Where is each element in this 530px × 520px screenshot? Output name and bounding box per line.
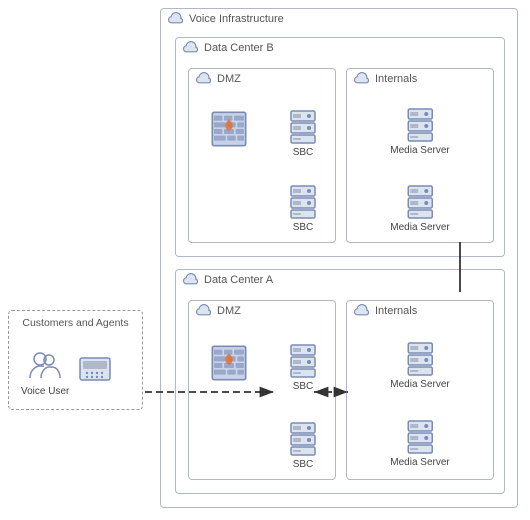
dmz-b-label: DMZ [217, 73, 241, 85]
cloud-icon-internals-b [353, 72, 371, 86]
customers-label: Customers and Agents [9, 317, 142, 329]
sbc-b2-icon [289, 184, 317, 220]
dc-a-region: Data Center A DMZ [175, 269, 505, 494]
sbc-a2-icon [289, 421, 317, 457]
voice-user-label: Voice User [21, 386, 69, 397]
media-server-b1-label: Media Server [390, 145, 449, 156]
internals-b-label: Internals [375, 73, 417, 85]
customers-box: Customers and Agents Voice User [8, 310, 143, 410]
dmz-a-label: DMZ [217, 305, 241, 317]
sbc-a2-wrap: SBC [289, 421, 317, 470]
media-server-b1-icon [406, 107, 434, 143]
sbc-b1-icon [289, 109, 317, 145]
network-diagram: Voice Infrastructure Data Center B DMZ [0, 0, 530, 520]
media-server-a1-icon [406, 341, 434, 377]
dc-b-label: Data Center B [204, 42, 274, 54]
voice-infra-region: Voice Infrastructure Data Center B DMZ [160, 8, 518, 508]
firewall-b-wrap [209, 109, 249, 149]
media-server-a2-wrap: Media Server [390, 419, 449, 468]
cloud-icon-internals-a [353, 304, 371, 318]
cloud-icon-voice-infra [167, 12, 185, 26]
media-server-a2-icon [406, 419, 434, 455]
dc-b-region: Data Center B DMZ [175, 37, 505, 257]
sbc-a2-label: SBC [293, 459, 314, 470]
media-server-a1-wrap: Media Server [390, 341, 449, 390]
media-server-a2-label: Media Server [390, 457, 449, 468]
voice-user-icon [27, 348, 63, 384]
media-server-a1-label: Media Server [390, 379, 449, 390]
dmz-b-region: DMZ [188, 68, 336, 243]
dmz-a-region: DMZ [188, 300, 336, 480]
firewall-a-wrap [209, 343, 249, 383]
voice-user-wrap: Voice User [21, 348, 69, 397]
firewall-b-icon [209, 109, 249, 149]
media-server-b2-label: Media Server [390, 222, 449, 233]
sbc-a1-label: SBC [293, 381, 314, 392]
media-server-b2-icon [406, 184, 434, 220]
internals-b-region: Internals Media Server [346, 68, 494, 243]
voice-infra-label: Voice Infrastructure [189, 13, 284, 25]
media-server-b2-wrap: Media Server [390, 184, 449, 233]
sbc-b1-wrap: SBC [289, 109, 317, 158]
cloud-icon-dmz-b [195, 72, 213, 86]
sbc-b2-wrap: SBC [289, 184, 317, 233]
sbc-b1-label: SBC [293, 147, 314, 158]
firewall-a-icon [209, 343, 249, 383]
internals-a-region: Internals Media Server [346, 300, 494, 480]
phone-wrap [77, 350, 113, 389]
cloud-icon-dmz-a [195, 304, 213, 318]
sbc-a1-wrap: SBC [289, 343, 317, 392]
media-server-b1-wrap: Media Server [390, 107, 449, 156]
phone-icon [77, 350, 113, 386]
internals-a-label: Internals [375, 305, 417, 317]
cloud-icon-dc-b [182, 41, 200, 55]
cloud-icon-dc-a [182, 273, 200, 287]
dc-a-label: Data Center A [204, 274, 273, 286]
sbc-b2-label: SBC [293, 222, 314, 233]
sbc-a1-icon [289, 343, 317, 379]
